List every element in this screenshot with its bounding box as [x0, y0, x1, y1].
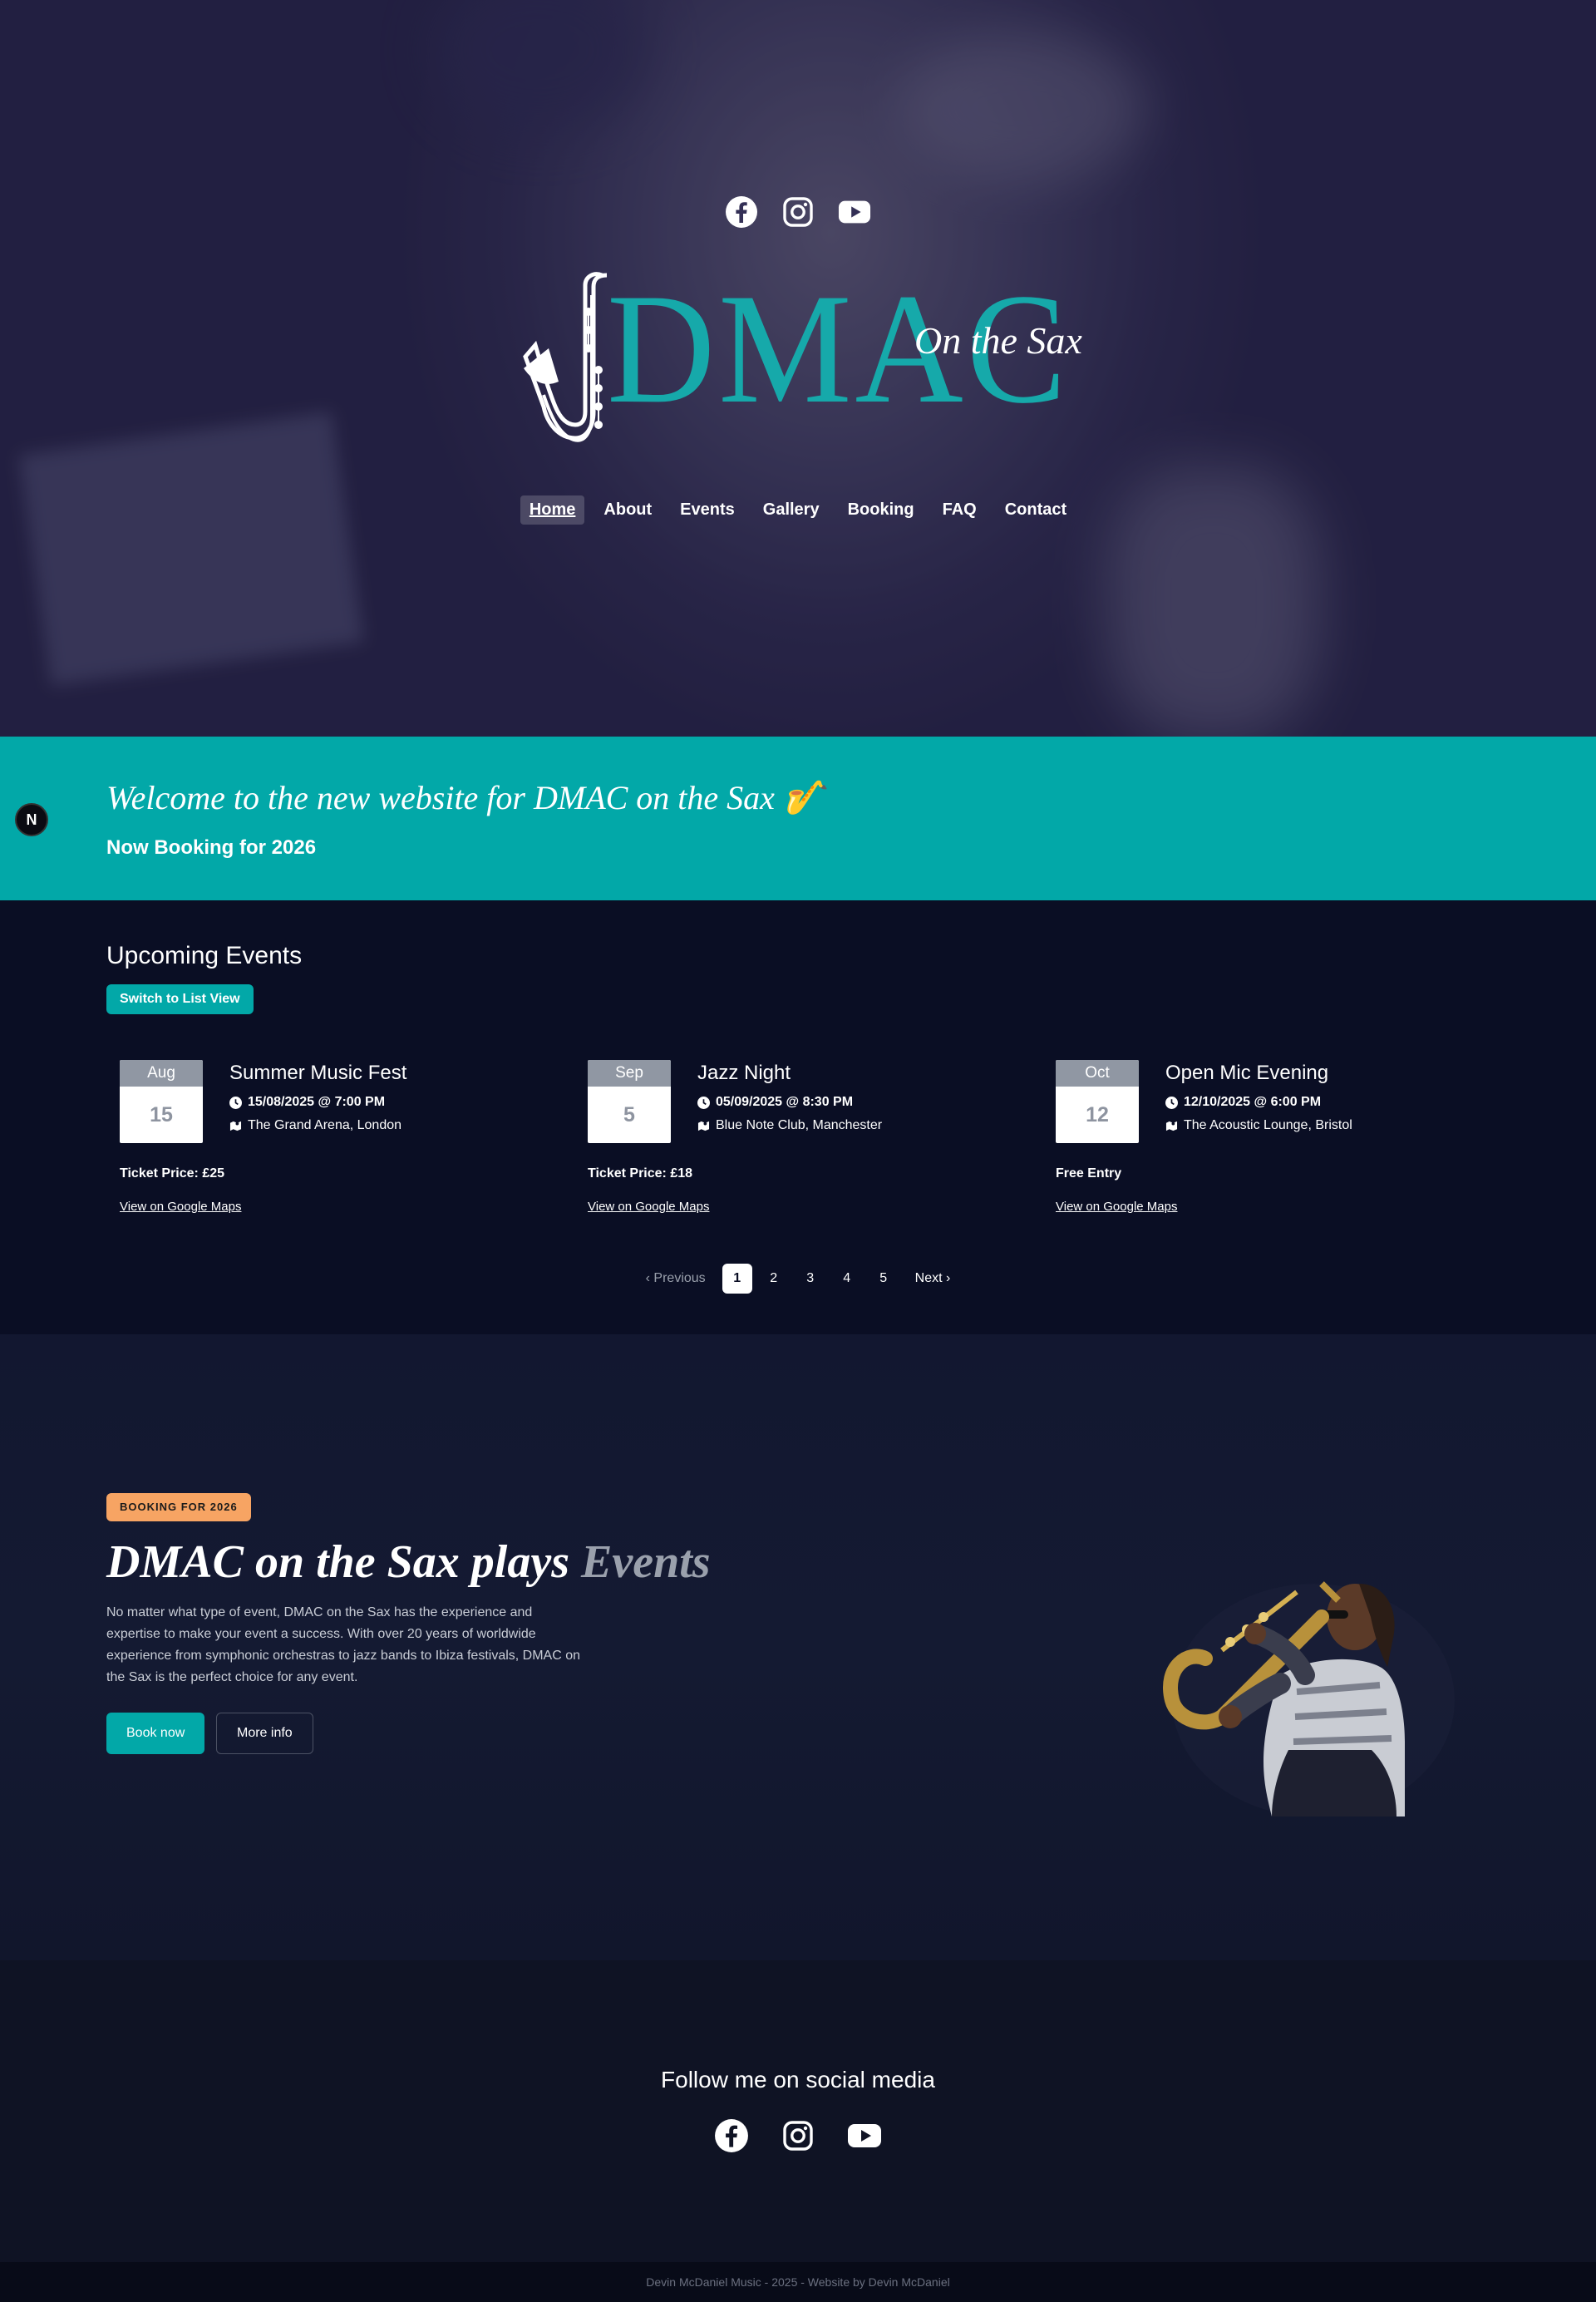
switch-view-button[interactable]: Switch to List View: [106, 984, 254, 1014]
booking-promo-section: BOOKING FOR 2026 DMAC on the Sax plays E…: [0, 1334, 1596, 1960]
nav-faq[interactable]: FAQ: [933, 495, 986, 525]
event-map-link[interactable]: View on Google Maps: [1056, 1200, 1177, 1214]
event-price: Ticket Price: £25: [120, 1166, 225, 1181]
event-venue-row: The Grand Arena, London: [229, 1118, 401, 1133]
event-month: Sep: [588, 1060, 671, 1087]
booking-badge: BOOKING FOR 2026: [106, 1493, 251, 1521]
nav-events[interactable]: Events: [671, 495, 744, 525]
nav-about[interactable]: About: [594, 495, 661, 525]
pagination-page[interactable]: 5: [869, 1264, 899, 1294]
event-date-badge: Sep 5: [588, 1060, 671, 1143]
pagination-previous[interactable]: ‹ Previous: [641, 1264, 716, 1294]
book-now-button[interactable]: Book now: [106, 1713, 205, 1754]
youtube-icon[interactable]: [838, 195, 871, 229]
hero-section: DMAC On the Sax Home About Events Galler…: [0, 0, 1596, 737]
main-nav: Home About Events Gallery Booking FAQ Co…: [0, 495, 1596, 525]
event-venue: The Grand Arena, London: [248, 1118, 402, 1132]
event-venue: Blue Note Club, Manchester: [716, 1118, 883, 1132]
instagram-icon[interactable]: [781, 2118, 815, 2153]
event-datetime-row: 12/10/2025 @ 6:00 PM: [1165, 1095, 1321, 1110]
facebook-icon[interactable]: [714, 2118, 749, 2153]
chevron-left-icon: ‹: [645, 1271, 654, 1285]
event-datetime-row: 05/09/2025 @ 8:30 PM: [697, 1095, 853, 1110]
nav-home[interactable]: Home: [520, 495, 585, 525]
pagination-next-label: Next: [914, 1271, 943, 1285]
event-price: Ticket Price: £18: [588, 1166, 693, 1181]
n-badge[interactable]: N: [15, 803, 48, 836]
event-day: 15: [150, 1103, 173, 1126]
map-icon: [697, 1121, 710, 1131]
clock-icon: [1165, 1096, 1178, 1109]
event-map-link[interactable]: View on Google Maps: [120, 1200, 241, 1214]
clock-icon: [229, 1096, 242, 1109]
promo-title-accent: Events: [581, 1536, 711, 1588]
nav-gallery[interactable]: Gallery: [754, 495, 829, 525]
social-section: Follow me on social media: [0, 1960, 1596, 2262]
social-links: [0, 2118, 1596, 2153]
nav-contact[interactable]: Contact: [996, 495, 1076, 525]
event-map-link[interactable]: View on Google Maps: [588, 1200, 709, 1214]
promo-title-main: DMAC on the Sax plays: [106, 1536, 569, 1588]
event-venue-row: Blue Note Club, Manchester: [697, 1118, 882, 1133]
event-venue: The Acoustic Lounge, Bristol: [1184, 1118, 1352, 1132]
pagination-previous-label: Previous: [653, 1271, 706, 1285]
saxophonist-photo: [1163, 1581, 1455, 1816]
promo-body: No matter what type of event, DMAC on th…: [106, 1605, 581, 1684]
event-price: Free Entry: [1056, 1166, 1122, 1181]
instagram-icon[interactable]: [781, 195, 815, 229]
social-heading: Follow me on social media: [661, 2067, 935, 2093]
event-day: 12: [1086, 1103, 1109, 1126]
event-month: Aug: [120, 1060, 203, 1087]
facebook-icon[interactable]: [725, 195, 758, 229]
pagination-page[interactable]: 2: [759, 1264, 789, 1294]
more-info-button[interactable]: More info: [216, 1713, 313, 1754]
event-datetime: 05/09/2025 @ 8:30 PM: [716, 1095, 854, 1109]
event-month: Oct: [1056, 1060, 1139, 1087]
pagination-page[interactable]: 1: [722, 1264, 752, 1294]
welcome-banner: Welcome to the new website for DMAC on t…: [0, 737, 1596, 900]
welcome-subline: Now Booking for 2026: [106, 836, 317, 859]
nav-booking[interactable]: Booking: [839, 495, 924, 525]
footer-text: Devin McDaniel Music - 2025 - Website by…: [646, 2275, 950, 2289]
event-title: Jazz Night: [697, 1062, 791, 1084]
event-datetime-row: 15/08/2025 @ 7:00 PM: [229, 1095, 385, 1110]
pagination-page[interactable]: 3: [796, 1264, 825, 1294]
chevron-right-icon: ›: [942, 1271, 951, 1285]
site-logo[interactable]: DMAC On the Sax: [515, 270, 1082, 453]
pagination-next[interactable]: Next ›: [905, 1264, 956, 1294]
events-heading: Upcoming Events: [106, 942, 303, 969]
youtube-icon[interactable]: [847, 2118, 882, 2153]
event-datetime: 12/10/2025 @ 6:00 PM: [1184, 1095, 1322, 1109]
pagination-page[interactable]: 4: [832, 1264, 862, 1294]
event-day: 5: [623, 1103, 635, 1126]
logo-subtitle: On the Sax: [914, 319, 1082, 362]
event-venue-row: The Acoustic Lounge, Bristol: [1165, 1118, 1352, 1133]
hero-social-links: [0, 195, 1596, 229]
site-footer: Devin McDaniel Music - 2025 - Website by…: [0, 2262, 1596, 2302]
event-date-badge: Oct 12: [1056, 1060, 1139, 1143]
event-datetime: 15/08/2025 @ 7:00 PM: [248, 1095, 386, 1109]
event-date-badge: Aug 15: [120, 1060, 203, 1143]
events-section: Upcoming Events Switch to List View Aug …: [0, 900, 1596, 1334]
welcome-headline: Welcome to the new website for DMAC on t…: [106, 779, 825, 816]
clock-icon: [697, 1096, 710, 1109]
events-pagination: ‹ Previous 1 2 3 4 5 Next ›: [0, 1264, 1596, 1294]
event-title: Summer Music Fest: [229, 1062, 407, 1084]
map-icon: [229, 1121, 242, 1131]
map-icon: [1165, 1121, 1178, 1131]
promo-title: DMAC on the Sax plays Events: [106, 1535, 711, 1589]
event-title: Open Mic Evening: [1165, 1062, 1329, 1084]
